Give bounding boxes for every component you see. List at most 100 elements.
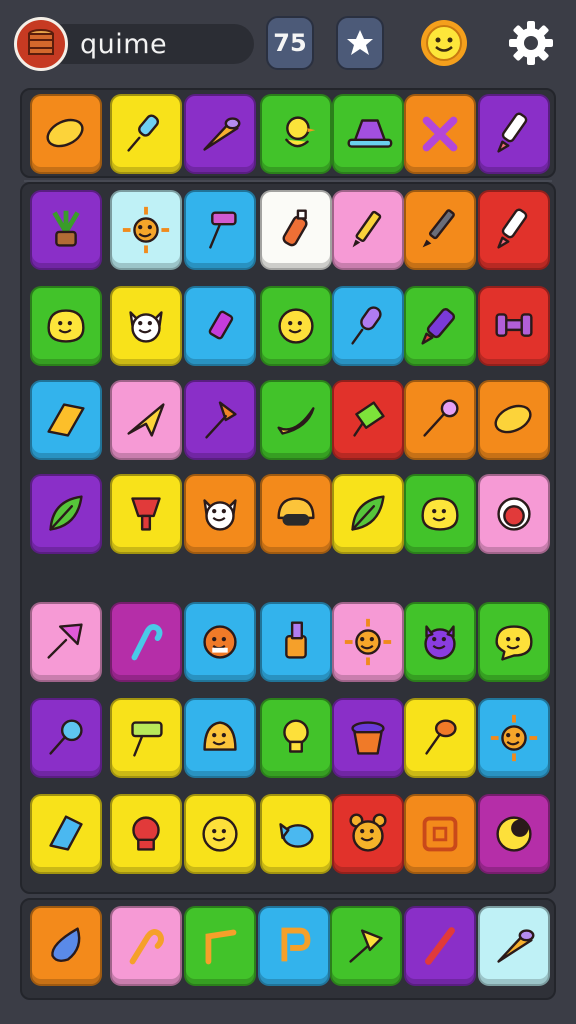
star-icon [347,30,373,55]
tile-tray-corner[interactable] [184,906,256,986]
tile-sun[interactable] [332,602,404,682]
lemon-icon [494,404,532,434]
tile-monster-face[interactable] [184,602,256,682]
leaf-icon [351,495,385,531]
tile-tray-cone[interactable] [478,906,550,986]
tile-cup[interactable] [332,380,404,460]
tile-pot[interactable] [332,698,404,778]
tile-cane[interactable] [110,602,182,682]
tile-ice-pop[interactable] [110,94,182,174]
shovel-icon [205,401,237,439]
tile-tray-drop[interactable] [30,906,102,986]
tile-paper-plane[interactable] [110,380,182,460]
paper-plane-icon [127,403,165,437]
tile-potted-plant[interactable] [30,190,102,270]
sun-icon [344,618,392,666]
player-profile[interactable]: quime [14,16,254,72]
moon-icon [496,816,532,852]
bell-icon [203,721,237,751]
sun-face-button[interactable] [416,16,472,70]
potted-plant-icon [52,210,80,247]
tile-roller[interactable] [110,698,182,778]
tile-bear-face[interactable] [332,794,404,874]
frame-icon [422,816,458,852]
tile-microphone[interactable] [332,286,404,366]
tile-badge[interactable] [110,794,182,874]
tile-pencil[interactable] [332,190,404,270]
tile-frame[interactable] [404,794,476,874]
tile-marker[interactable] [478,190,550,270]
marker-icon [497,208,528,249]
tile-tray-hook[interactable] [110,906,182,986]
tile-mallet[interactable] [404,698,476,778]
tile-fish[interactable] [260,794,332,874]
tile-banana[interactable] [260,380,332,460]
lipstick-icon [208,310,234,340]
tile-cone[interactable] [184,94,256,174]
helmet-icon [277,497,315,526]
star-button[interactable] [336,16,384,70]
tile-cat-face[interactable] [184,474,256,554]
drop-icon [51,927,81,962]
tile-bell[interactable] [184,698,256,778]
tile-brush[interactable] [260,602,332,682]
chat-face-icon [495,625,533,661]
tile-sun[interactable] [110,190,182,270]
tile-magnifier[interactable] [30,698,102,778]
tile-marker[interactable] [478,94,550,174]
tile-lemon[interactable] [478,380,550,460]
tile-hammer[interactable] [184,190,256,270]
tile-devil-face[interactable] [404,602,476,682]
tile-goblet[interactable] [110,474,182,554]
cat-face-icon [129,311,163,343]
tile-lipstick[interactable] [184,286,256,366]
tile-wand[interactable] [404,380,476,460]
tile-cross[interactable] [404,94,476,174]
tile-duck[interactable] [260,94,332,174]
tile-smiley-face[interactable] [184,794,256,874]
tile-hat[interactable] [332,94,404,174]
tile-tray-stick[interactable] [404,906,476,986]
gem-icon [47,403,85,437]
tile-robot-face[interactable] [478,474,550,554]
settings-button[interactable] [504,16,558,70]
sun-face-icon [421,20,467,66]
duck-icon [285,116,316,148]
tile-leaf[interactable] [332,474,404,554]
stick-icon [425,927,455,965]
pen-icon [422,209,455,248]
tile-pin[interactable] [30,602,102,682]
tile-blob-face[interactable] [404,474,476,554]
tile-cat-face[interactable] [110,286,182,366]
magnifier-icon [49,719,83,755]
barrel-icon[interactable] [14,17,68,71]
tile-sun[interactable] [478,698,550,778]
level-label: 75 [273,29,307,57]
tile-bulb[interactable] [260,698,332,778]
tile-shovel[interactable] [184,380,256,460]
tile-lemon[interactable] [30,94,102,174]
tile-crayon[interactable] [404,286,476,366]
tile-bottle[interactable] [260,190,332,270]
wand-icon [423,399,459,437]
tile-diamond[interactable] [30,794,102,874]
cone-icon [497,929,535,963]
tile-chat-face[interactable] [478,602,550,682]
player-name: quime [80,28,168,60]
tile-tray-pushpin[interactable] [330,906,402,986]
tile-moon[interactable] [478,794,550,874]
tile-blob-face[interactable] [30,286,102,366]
ice-pop-icon [127,114,160,152]
tile-gem[interactable] [30,380,102,460]
tile-smiley-face[interactable] [260,286,332,366]
diamond-icon [49,815,83,851]
hat-icon [347,119,393,148]
tile-leaf[interactable] [30,474,102,554]
tile-pen[interactable] [404,190,476,270]
tile-tray-letter-p[interactable] [258,906,330,986]
tile-helmet[interactable] [260,474,332,554]
tile-dumbbell[interactable] [478,286,550,366]
level-button[interactable]: 75 [266,16,314,70]
fish-icon [279,823,314,848]
gear-icon [509,21,553,65]
